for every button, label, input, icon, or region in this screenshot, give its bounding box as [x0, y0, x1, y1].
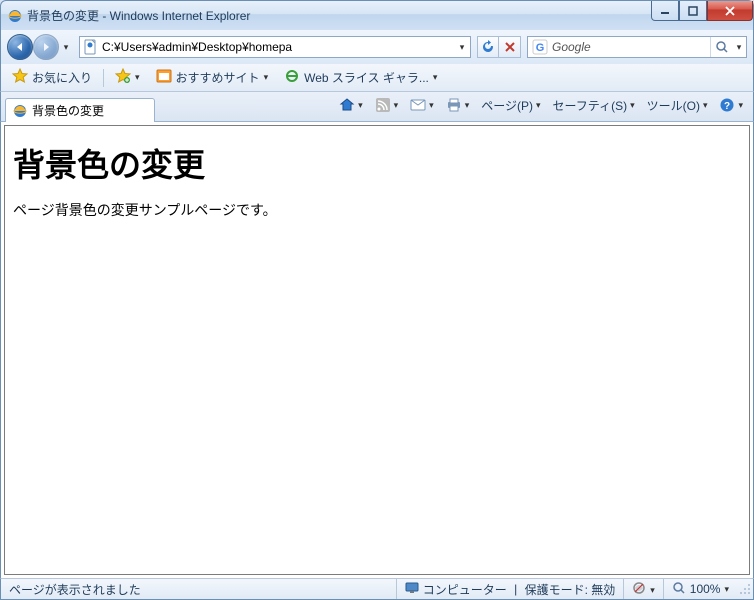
page-paragraph: ページ背景色の変更サンプルページです。	[13, 200, 741, 220]
svg-text:G: G	[536, 42, 545, 54]
status-ready-pane: ページが表示されました	[1, 579, 396, 599]
star-add-icon	[115, 68, 131, 87]
window-minimize-button[interactable]	[651, 1, 679, 21]
back-button[interactable]	[7, 34, 33, 60]
window-close-button[interactable]	[707, 1, 753, 21]
cmd-feeds-dropdown[interactable]	[394, 100, 399, 111]
svg-text:?: ?	[724, 101, 730, 112]
forward-button[interactable]	[33, 34, 59, 60]
cmd-tools[interactable]: ツール(O)	[641, 94, 714, 117]
cmd-page-dropdown[interactable]	[536, 100, 541, 111]
google-icon: G	[532, 39, 548, 55]
cmd-safety[interactable]: セーフティ(S)	[547, 94, 641, 117]
favorites-label: お気に入り	[32, 69, 92, 86]
favorites-add-dropdown[interactable]	[135, 72, 140, 83]
cmd-print[interactable]	[440, 94, 476, 116]
cmd-page[interactable]: ページ(P)	[475, 94, 546, 117]
web-slice-button[interactable]: Web スライス ギャラ...	[277, 65, 444, 90]
suggested-sites-button[interactable]: おすすめサイト	[149, 65, 276, 90]
cmd-safety-label: セーフティ(S)	[553, 97, 628, 114]
cmd-mail[interactable]	[404, 94, 440, 116]
status-zone-pane[interactable]: コンピューター | 保護モード: 無効	[397, 579, 623, 599]
suggested-sites-label: おすすめサイト	[176, 69, 260, 86]
cmd-home[interactable]	[333, 94, 369, 116]
cmd-print-dropdown[interactable]	[465, 100, 470, 111]
computer-zone-icon	[405, 581, 419, 598]
web-slice-label: Web スライス ギャラ...	[304, 69, 429, 86]
favbar-separator	[103, 69, 104, 87]
web-slice-icon	[284, 68, 300, 87]
window-titlebar: 背景色の変更 - Windows Internet Explorer	[0, 0, 754, 30]
status-zone-text: コンピューター	[423, 581, 507, 598]
status-ready-text: ページが表示されました	[9, 581, 141, 598]
cmd-help[interactable]: ?	[713, 94, 749, 116]
suggested-sites-icon	[156, 68, 172, 87]
cmd-home-dropdown[interactable]	[358, 100, 363, 111]
search-dropdown[interactable]	[732, 42, 746, 53]
favorites-bar: お気に入り おすすめサイト Web スライス ギャラ...	[0, 64, 754, 92]
favorites-button[interactable]: お気に入り	[5, 65, 99, 90]
cmd-page-label: ページ(P)	[481, 97, 533, 114]
status-zoom-dropdown[interactable]	[724, 584, 729, 595]
star-icon	[12, 68, 28, 87]
command-bar: ページ(P) セーフティ(S) ツール(O) ?	[333, 92, 749, 121]
status-bar: ページが表示されました コンピューター | 保護モード: 無効 100%	[0, 578, 754, 600]
suggested-sites-dropdown[interactable]	[264, 72, 269, 83]
tab-row: 背景色の変更 ページ(P) セーフティ(S) ツール(O)	[0, 92, 754, 122]
address-text: C:¥Users¥admin¥Desktop¥homepa	[102, 40, 454, 54]
favorites-add-button[interactable]	[108, 65, 147, 90]
nav-mid-buttons	[477, 36, 521, 58]
status-protected-mode-text: 保護モード: 無効	[525, 581, 616, 598]
address-dropdown[interactable]	[454, 42, 470, 53]
cmd-safety-dropdown[interactable]	[630, 100, 635, 111]
cmd-feeds[interactable]	[369, 94, 405, 116]
status-mixed-dropdown[interactable]	[650, 582, 655, 596]
stop-button[interactable]	[499, 36, 521, 58]
zoom-icon	[672, 581, 686, 598]
tab-page-icon	[12, 103, 28, 119]
refresh-button[interactable]	[477, 36, 499, 58]
status-zone-sep: |	[511, 582, 521, 596]
window-maximize-button[interactable]	[679, 1, 707, 21]
navigation-bar: C:¥Users¥admin¥Desktop¥homepa G Google	[0, 30, 754, 64]
search-submit-button[interactable]	[710, 37, 732, 57]
nav-history-dropdown[interactable]	[59, 42, 73, 53]
status-zoom-text: 100%	[690, 582, 721, 596]
page-heading: 背景色の変更	[13, 140, 741, 186]
status-zoom-pane[interactable]: 100%	[664, 579, 737, 599]
ie-logo-icon	[7, 8, 23, 24]
tab-title: 背景色の変更	[32, 102, 104, 119]
cmd-mail-dropdown[interactable]	[429, 100, 434, 111]
tab-active[interactable]: 背景色の変更	[5, 98, 155, 122]
mixed-content-icon	[632, 581, 646, 598]
nav-arrows	[7, 34, 73, 60]
cmd-tools-label: ツール(O)	[647, 97, 700, 114]
page-document: 背景色の変更 ページ背景色の変更サンプルページです。	[4, 125, 750, 575]
cmd-tools-dropdown[interactable]	[703, 100, 708, 111]
cmd-help-dropdown[interactable]	[738, 100, 743, 111]
page-file-icon	[83, 39, 99, 55]
status-mixed-pane[interactable]	[624, 579, 663, 599]
web-slice-dropdown[interactable]	[433, 72, 438, 83]
content-area: 背景色の変更 ページ背景色の変更サンプルページです。	[0, 122, 754, 578]
window-controls	[651, 1, 753, 21]
search-box[interactable]: G Google	[527, 36, 747, 58]
window-title: 背景色の変更 - Windows Internet Explorer	[27, 7, 250, 24]
search-provider-text: Google	[552, 40, 710, 54]
address-bar[interactable]: C:¥Users¥admin¥Desktop¥homepa	[79, 36, 471, 58]
resize-grip[interactable]	[737, 581, 753, 597]
